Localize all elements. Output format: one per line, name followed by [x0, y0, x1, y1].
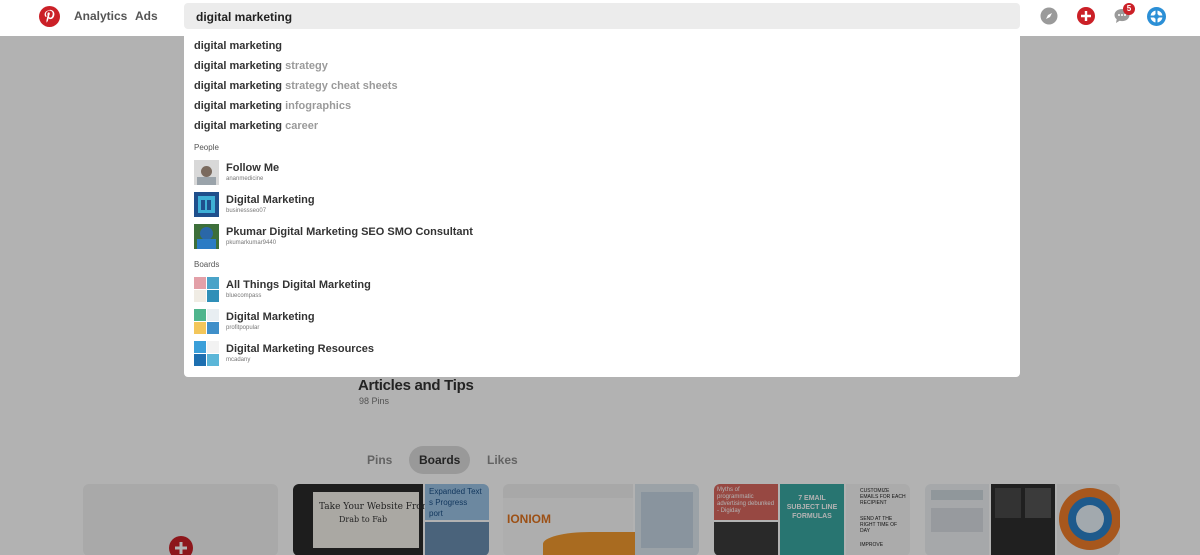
board-thumb [925, 484, 989, 555]
suggestion-query: digital marketing [194, 120, 283, 132]
board-thumbnail [194, 277, 219, 302]
person-name: Pkumar Digital Marketing SEO SMO Consult… [226, 226, 473, 238]
board-result[interactable]: All Things Digital Marketing bluecompass [194, 277, 694, 303]
board-card[interactable]: Take Your Website From Drab to Fab Expan… [293, 484, 489, 555]
board-name: Digital Marketing Resources [226, 343, 374, 355]
add-pin-icon[interactable] [1077, 7, 1095, 25]
suggestion-completion: strategy cheat sheets [285, 80, 398, 92]
board-owner: mcadany [226, 357, 251, 363]
board-thumb [635, 484, 699, 555]
board-thumbnail [194, 341, 219, 366]
card-text: SEND AT THE RIGHT TIME OF DAY [860, 516, 898, 534]
board-result[interactable]: Digital Marketing Resources mcadany [194, 341, 694, 367]
board-card[interactable] [925, 484, 1120, 555]
person-username: ananmedicine [226, 176, 264, 182]
card-text: Drab to Fab [339, 515, 388, 524]
board-thumb: Expanded Text s Progress port [425, 484, 489, 520]
board-result[interactable]: Digital Marketing profitpopular [194, 309, 694, 335]
suggestion-item[interactable]: digital marketing strategy cheat sheets [194, 80, 398, 92]
notification-badge: 5 [1123, 3, 1135, 15]
person-name: Follow Me [226, 162, 280, 174]
board-cover-image: Take Your Website From Drab to Fab [293, 484, 430, 555]
nav-ads[interactable]: Ads [135, 9, 158, 23]
create-board-card[interactable] [83, 484, 278, 555]
board-thumb [425, 522, 489, 555]
board-thumb: 7 EMAIL SUBJECT LINE FORMULAS [780, 484, 844, 555]
board-title: Articles and Tips [358, 377, 474, 394]
suggestion-query: digital marketing [194, 100, 283, 112]
card-text: Myths of programmatic advertising debunk… [717, 487, 775, 514]
board-thumb: Myths of programmatic advertising debunk… [714, 484, 778, 520]
suggestion-item[interactable]: digital marketing strategy [194, 60, 328, 72]
suggestion-item[interactable]: digital marketing infographics [194, 100, 351, 112]
board-name: All Things Digital Marketing [226, 279, 371, 291]
board-thumb: CUSTOMIZE EMAILS FOR EACH RECIPIENT SEND… [846, 484, 910, 555]
person-result[interactable]: Digital Marketing businessseo07 [194, 192, 694, 218]
card-text: CUSTOMIZE EMAILS FOR EACH RECIPIENT [860, 488, 906, 506]
suggestion-completion: infographics [285, 100, 352, 112]
card-text: 7 EMAIL SUBJECT LINE FORMULAS [786, 495, 838, 520]
person-result[interactable]: Pkumar Digital Marketing SEO SMO Consult… [194, 224, 694, 250]
card-text: s Progress [429, 498, 468, 507]
suggestion-query: digital marketing [194, 40, 283, 52]
person-username: businessseo07 [226, 208, 267, 214]
pinterest-logo-icon[interactable] [39, 6, 60, 27]
board-cover-image: IONIOM [503, 484, 637, 555]
board-owner: bluecompass [226, 293, 262, 299]
suggestion-item[interactable]: digital marketing career [194, 120, 318, 132]
board-pin-count: 98 Pins [359, 396, 390, 406]
person-username: pkumarkumar9440 [226, 240, 277, 246]
search-bar [184, 3, 1020, 29]
board-thumb [991, 484, 1055, 555]
top-bar: Analytics Ads 5 [0, 0, 1200, 36]
board-name: Digital Marketing [226, 311, 315, 323]
card-text: IMPROVE [860, 542, 884, 548]
tab-boards[interactable]: Boards [409, 446, 471, 474]
profile-icon[interactable] [1147, 7, 1166, 26]
person-result[interactable]: Follow Me ananmedicine [194, 160, 694, 186]
suggestion-completion: career [285, 120, 319, 132]
add-board-icon [169, 536, 193, 555]
card-text: port [429, 509, 443, 518]
suggestion-completion: strategy [285, 60, 328, 72]
board-card[interactable]: Myths of programmatic advertising debunk… [714, 484, 910, 555]
board-thumb [714, 522, 778, 555]
board-thumbnail [194, 309, 219, 334]
board-thumb [1057, 484, 1120, 555]
boards-section-label: Boards [194, 260, 220, 269]
avatar [194, 160, 219, 185]
people-section-label: People [194, 143, 219, 152]
board-owner: profitpopular [226, 325, 260, 331]
tab-pins[interactable]: Pins [367, 446, 392, 474]
avatar [194, 192, 219, 217]
card-text: Expanded Text [429, 487, 482, 496]
person-name: Digital Marketing [226, 194, 315, 206]
search-suggestions-dropdown: digital marketing digital marketing stra… [184, 33, 1020, 377]
card-text: IONIOM [507, 512, 551, 526]
card-text: Take Your Website From [319, 502, 431, 512]
search-input[interactable] [196, 9, 996, 25]
board-card[interactable]: IONIOM [503, 484, 699, 555]
avatar [194, 224, 219, 249]
tab-likes[interactable]: Likes [487, 446, 518, 474]
suggestion-query: digital marketing [194, 60, 283, 72]
suggestion-query: digital marketing [194, 80, 283, 92]
nav-analytics[interactable]: Analytics [74, 9, 127, 23]
compass-icon[interactable] [1040, 7, 1058, 25]
suggestion-item[interactable]: digital marketing [194, 40, 282, 52]
